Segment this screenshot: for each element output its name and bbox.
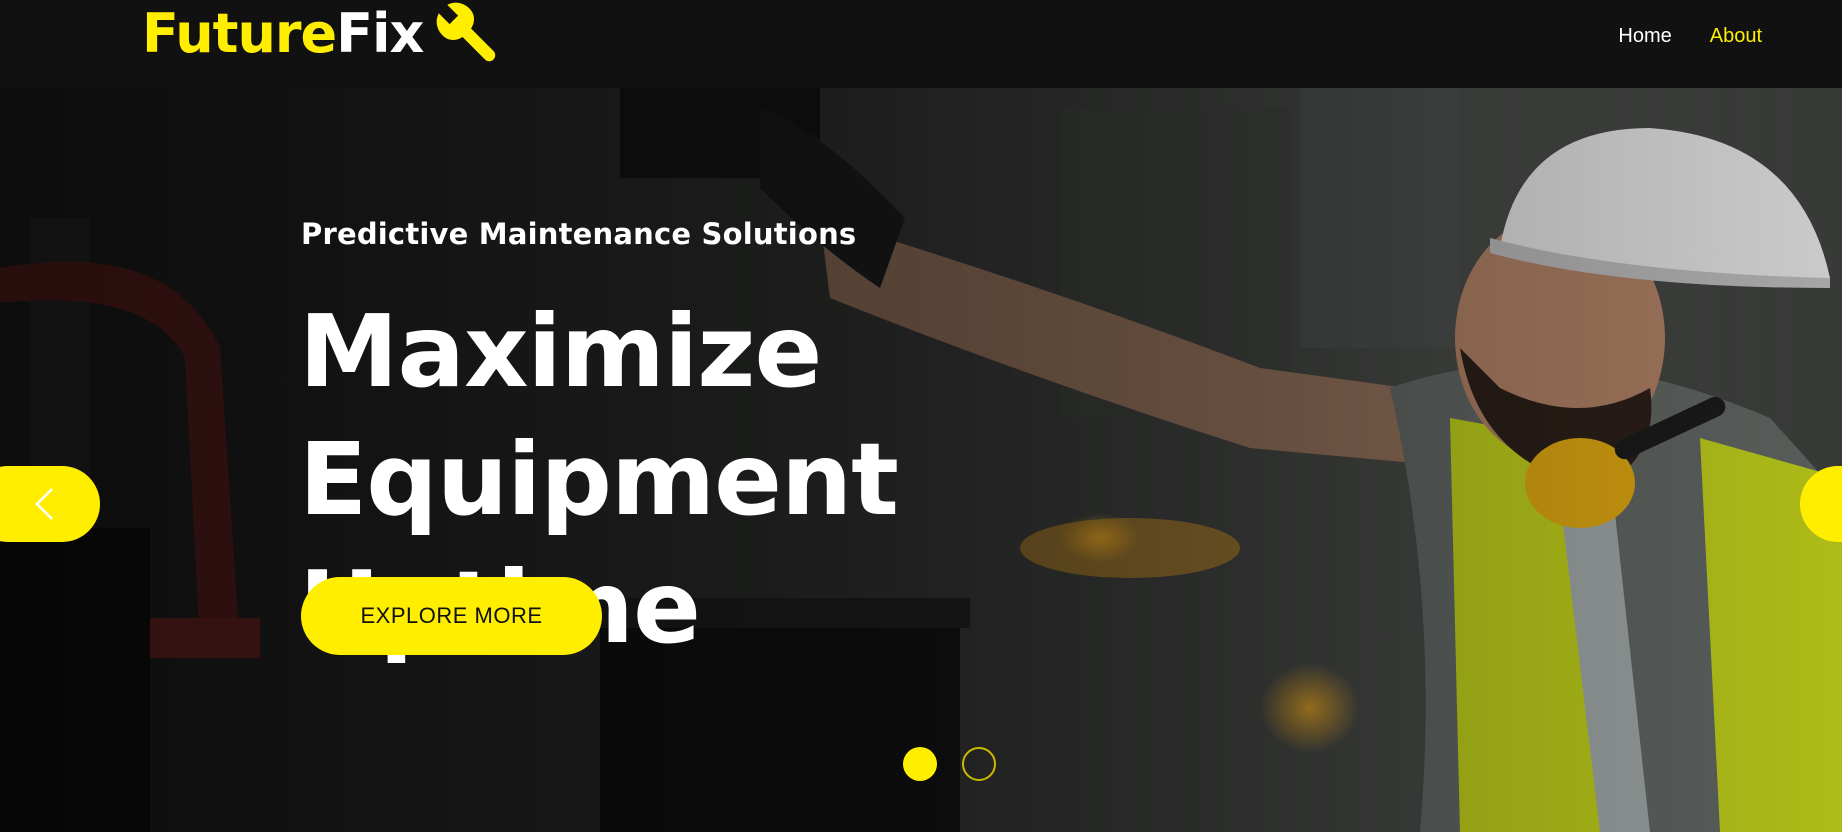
hero-carousel: Predictive Maintenance Solutions Maximiz… <box>0 88 1842 832</box>
chevron-left-icon <box>35 488 53 520</box>
nav-link-about[interactable]: About <box>1710 25 1762 48</box>
logo-text-future: Future <box>142 2 337 65</box>
carousel-prev-button[interactable] <box>0 466 100 542</box>
nav-link-home[interactable]: Home <box>1618 25 1671 48</box>
navbar: Future Fix Home About <box>0 0 1842 88</box>
brand-logo[interactable]: Future Fix <box>142 2 503 66</box>
carousel-dot-2[interactable] <box>962 747 996 781</box>
hero-title-line1: Maximize Equipment <box>299 293 899 538</box>
wrench-icon <box>435 2 496 62</box>
main-nav: Home About <box>1618 25 1762 48</box>
hero-subtitle: Predictive Maintenance Solutions <box>301 217 857 251</box>
logo-text-fix: Fix <box>336 2 424 65</box>
carousel-dot-1[interactable] <box>903 747 937 781</box>
explore-more-button[interactable]: EXPLORE MORE <box>301 577 602 655</box>
